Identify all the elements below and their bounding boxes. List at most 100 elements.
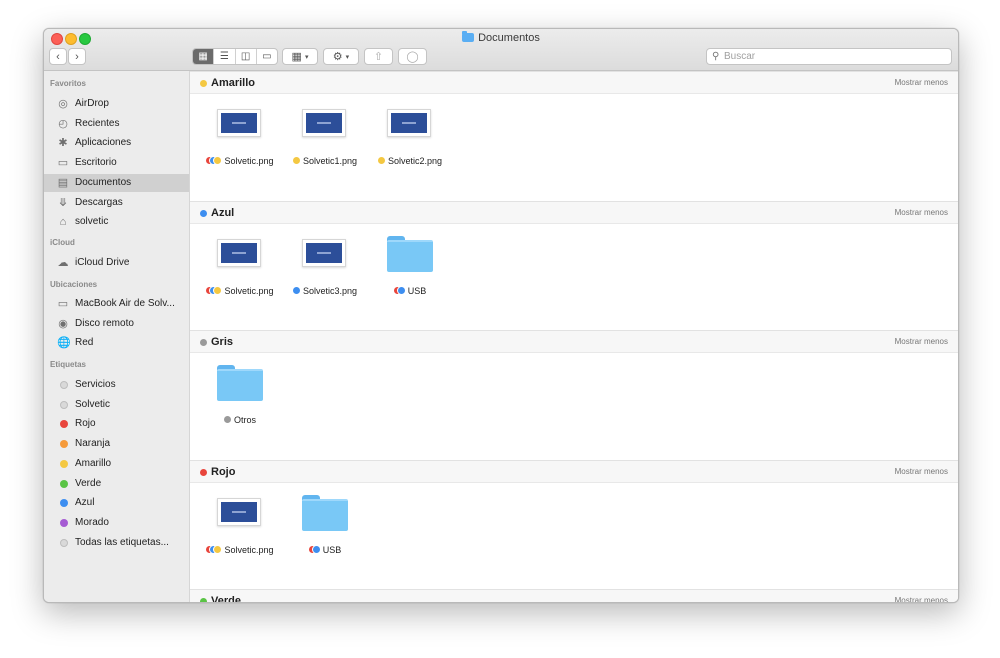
icon-view-button[interactable]: ▦: [193, 49, 215, 64]
sidebar-item[interactable]: Morado: [44, 514, 189, 532]
airdrop-icon: ◎: [58, 98, 68, 110]
search-input[interactable]: [724, 50, 944, 63]
show-less-link[interactable]: Mostrar menos: [895, 596, 948, 602]
folder-icon: [387, 235, 433, 272]
file-item[interactable]: Solvetic3.png: [285, 231, 365, 301]
file-name-label: USB: [407, 285, 427, 296]
file-name-label: Otros: [233, 415, 256, 425]
group-title: Azul: [211, 206, 235, 219]
sidebar-item[interactable]: ⌂ solvetic: [44, 213, 189, 231]
sidebar-item[interactable]: Solvetic: [44, 396, 189, 414]
file-name: Solvetic.png: [200, 545, 280, 555]
file-item[interactable]: Solvetic.png: [200, 101, 280, 171]
applications-icon: ✱: [58, 137, 68, 150]
show-less-link[interactable]: Mostrar menos: [895, 337, 948, 346]
sidebar-item-label: Red: [75, 337, 94, 349]
sidebar-item[interactable]: ☁ iCloud Drive: [44, 254, 189, 272]
show-less-link[interactable]: Mostrar menos: [895, 208, 948, 217]
sidebar-item[interactable]: Todas las etiquetas...: [44, 534, 189, 552]
sidebar-item[interactable]: ◴ Recientes: [44, 115, 189, 133]
file-name: Solvetic1.png: [285, 156, 365, 166]
sidebar-item-label: AirDrop: [75, 98, 109, 109]
file-item[interactable]: Solvetic1.png: [285, 101, 365, 171]
folder-icon: [217, 365, 263, 401]
sidebar-item[interactable]: ◎ AirDrop: [44, 95, 189, 113]
sidebar-item[interactable]: ◉ Disco remoto: [44, 315, 189, 333]
sidebar-item-label: Recientes: [75, 117, 120, 129]
file-name-label: Solvetic2.png: [387, 156, 443, 166]
edit-tags-button[interactable]: ◯: [398, 48, 427, 65]
forward-button[interactable]: ›: [68, 48, 86, 65]
sidebar-item[interactable]: Verde: [44, 475, 189, 493]
sidebar-item[interactable]: ▤ Documentos: [44, 173, 189, 192]
tag-color-dot: [60, 400, 68, 409]
search-field[interactable]: ⚲: [706, 48, 952, 65]
chevron-right-icon: ›: [75, 50, 79, 63]
group-header: Rojo Mostrar menos: [190, 459, 958, 483]
gallery-view-button[interactable]: ▭: [257, 49, 277, 64]
tag-color-dot: [60, 518, 68, 527]
folder-item[interactable]: USB: [370, 231, 450, 301]
group-by-button[interactable]: ▦ ▾: [282, 48, 318, 65]
sidebar-item-label: Servicios: [75, 379, 116, 390]
sidebar-item-label: Naranja: [75, 438, 111, 450]
desktop-icon: ▭: [57, 157, 69, 170]
sidebar-item-label: Morado: [75, 516, 109, 528]
tag-color-dot: [60, 381, 68, 389]
file-item[interactable]: Solvetic2.png: [370, 101, 450, 171]
sidebar-section-title: iCloud: [50, 238, 75, 247]
sidebar-item[interactable]: 🌐 Red: [44, 334, 189, 352]
share-icon: ⇧: [373, 51, 384, 63]
screenshot-preview: [306, 113, 342, 133]
sidebar-item[interactable]: ▭ Escritorio: [44, 154, 189, 172]
sidebar-item[interactable]: Azul: [44, 494, 189, 512]
sidebar-item[interactable]: Naranja: [44, 435, 189, 453]
tag-dots: [377, 157, 385, 164]
group-title: Amarillo: [211, 77, 256, 89]
image-thumbnail: [217, 238, 261, 267]
group-title: Rojo: [211, 465, 236, 478]
tag-dots: [206, 545, 222, 553]
sidebar-item[interactable]: ⤋ Descargas: [44, 194, 189, 212]
group-header: Amarillo Mostrar menos: [190, 71, 958, 94]
sidebar-item-label: Rojo: [75, 418, 96, 430]
chevron-down-icon: ▾: [345, 53, 350, 61]
file-item[interactable]: Solvetic.png: [200, 490, 280, 560]
sidebar-item[interactable]: ▭ MacBook Air de Solv...: [44, 295, 189, 313]
chevron-down-icon: ▾: [304, 53, 309, 61]
share-button[interactable]: ⇧: [364, 48, 393, 65]
finder-window: Documentos ‹ › ▦ ☰ ◫ ▭ ▦ ▾ ⚙ ▾ ⇧ ◯ ⚲ Bus…: [43, 28, 959, 603]
sidebar-item[interactable]: Rojo: [44, 415, 189, 433]
tag-dots: [308, 545, 320, 553]
tag-color-dot: [60, 440, 68, 449]
show-less-link[interactable]: Mostrar menos: [895, 78, 948, 87]
sidebar: Favoritos ◎ AirDrop ◴ Recientes ✱ Aplicaciones…: [44, 71, 190, 602]
action-menu-button[interactable]: ⚙ ▾: [323, 48, 359, 65]
folder-item[interactable]: USB: [285, 490, 365, 560]
folder-item[interactable]: Otros: [200, 360, 280, 430]
back-button[interactable]: ‹: [49, 48, 67, 65]
file-item[interactable]: Solvetic.png: [200, 231, 280, 301]
list-view-button[interactable]: ☰: [214, 49, 236, 64]
sidebar-item-label: Documentos: [75, 176, 132, 188]
sidebar-item[interactable]: ✱ Aplicaciones: [44, 134, 189, 152]
sidebar-item-label: Escritorio: [75, 157, 117, 169]
sidebar-item-label: solvetic: [75, 216, 109, 228]
file-name: Otros: [200, 415, 280, 425]
tag-dots: [223, 416, 231, 423]
sidebar-item[interactable]: Amarillo: [44, 455, 189, 473]
window-title: Documentos: [44, 31, 958, 44]
image-thumbnail: [217, 497, 261, 526]
group-title: Gris: [211, 336, 234, 348]
show-less-link[interactable]: Mostrar menos: [895, 467, 948, 476]
screenshot-preview: [391, 113, 427, 133]
file-name: Solvetic.png: [200, 286, 280, 296]
sidebar-item-label: Descargas: [75, 196, 123, 208]
search-icon: ⚲: [712, 51, 720, 62]
tag-color-dot: [60, 479, 68, 488]
sidebar-item[interactable]: Servicios: [44, 376, 189, 394]
sidebar-section-title: Etiquetas: [50, 360, 87, 369]
sidebar-item-label: Amarillo: [75, 457, 112, 469]
column-view-button[interactable]: ◫: [236, 49, 257, 64]
gallery-icon: ▭: [262, 51, 272, 62]
